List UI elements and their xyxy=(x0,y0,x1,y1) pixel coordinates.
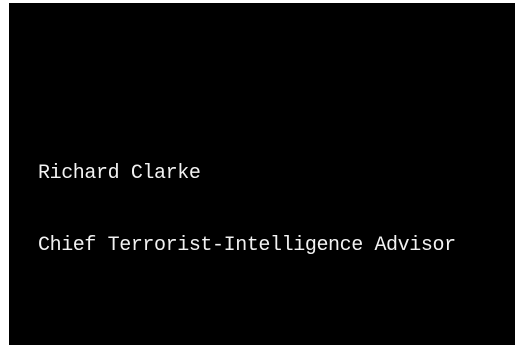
caption-name: Richard Clarke xyxy=(38,162,201,185)
caption-title: Chief Terrorist-Intelligence Advisor xyxy=(38,234,456,257)
lower-third-caption: Richard Clarke Chief Terrorist-Intellige… xyxy=(38,114,456,306)
video-frame: Richard Clarke Chief Terrorist-Intellige… xyxy=(9,3,515,345)
